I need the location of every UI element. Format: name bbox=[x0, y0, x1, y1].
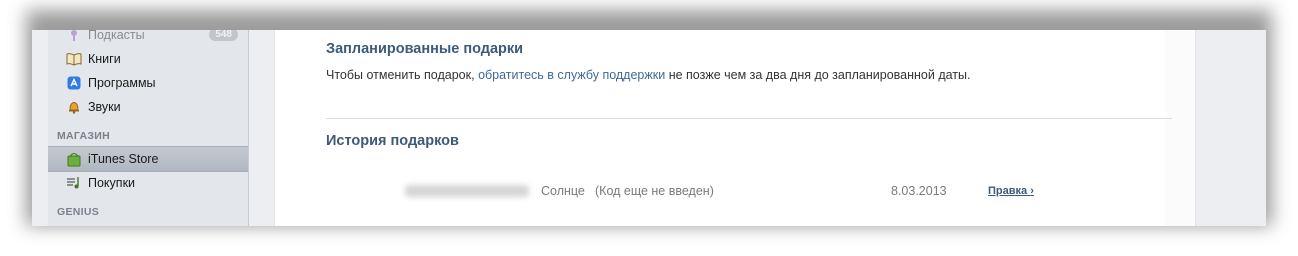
chevron-right-icon: › bbox=[1030, 185, 1034, 197]
section-divider bbox=[326, 118, 1172, 119]
bell-icon bbox=[66, 99, 82, 115]
apps-icon bbox=[66, 75, 82, 91]
text-after-link: не позже чем за два дня до запланированн… bbox=[668, 68, 971, 82]
sidebar-item-books[interactable]: Книги bbox=[48, 47, 248, 71]
sidebar-item-label: Книги bbox=[88, 52, 121, 66]
edit-gift-link[interactable]: Правка › bbox=[988, 185, 1034, 197]
podcast-count-badge: 548 bbox=[209, 30, 238, 41]
sidebar-section-store: МАГАЗИН bbox=[57, 130, 111, 142]
itunes-window: Подкасты 548 Книги Программы Звуки МАГАЗ… bbox=[32, 30, 1266, 226]
edit-label: Правка bbox=[988, 185, 1028, 197]
sidebar-item-label: Программы bbox=[88, 76, 156, 90]
scheduled-gifts-title: Запланированные подарки bbox=[326, 41, 524, 57]
sidebar-item-label: Звуки bbox=[88, 100, 121, 114]
sidebar-item-label: Покупки bbox=[88, 176, 136, 190]
sidebar-item-label: Подкасты bbox=[88, 30, 145, 42]
sidebar: Подкасты 548 Книги Программы Звуки МАГАЗ… bbox=[48, 30, 249, 226]
text-before-link: Чтобы отменить подарок, bbox=[326, 68, 475, 82]
podcast-icon bbox=[66, 30, 82, 43]
store-bag-icon bbox=[66, 151, 82, 167]
gift-date: 8.03.2013 bbox=[891, 184, 947, 198]
support-link[interactable]: обратитесь в службу поддержки bbox=[478, 68, 665, 82]
sidebar-item-label: iTunes Store bbox=[88, 152, 159, 166]
main-content: Запланированные подарки Чтобы отменить п… bbox=[274, 30, 1196, 226]
sidebar-item-itunes-store[interactable]: iTunes Store bbox=[48, 146, 248, 172]
sidebar-item-purchases[interactable]: Покупки bbox=[48, 171, 248, 195]
gift-history-title: История подарков bbox=[326, 133, 459, 149]
sidebar-item-tones[interactable]: Звуки bbox=[48, 95, 248, 119]
sidebar-item-apps[interactable]: Программы bbox=[48, 71, 248, 95]
sidebar-item-podcasts[interactable]: Подкасты 548 bbox=[48, 30, 248, 47]
sidebar-section-genius: GENIUS bbox=[57, 206, 100, 218]
scheduled-gifts-text: Чтобы отменить подарок, обратитесь в слу… bbox=[326, 68, 970, 82]
gift-status: (Код еще не введен) bbox=[595, 184, 714, 198]
recipient-email-blurred bbox=[405, 185, 529, 197]
recipient-name: Солнце bbox=[541, 184, 585, 198]
purchases-icon bbox=[66, 175, 82, 191]
book-icon bbox=[66, 51, 82, 67]
